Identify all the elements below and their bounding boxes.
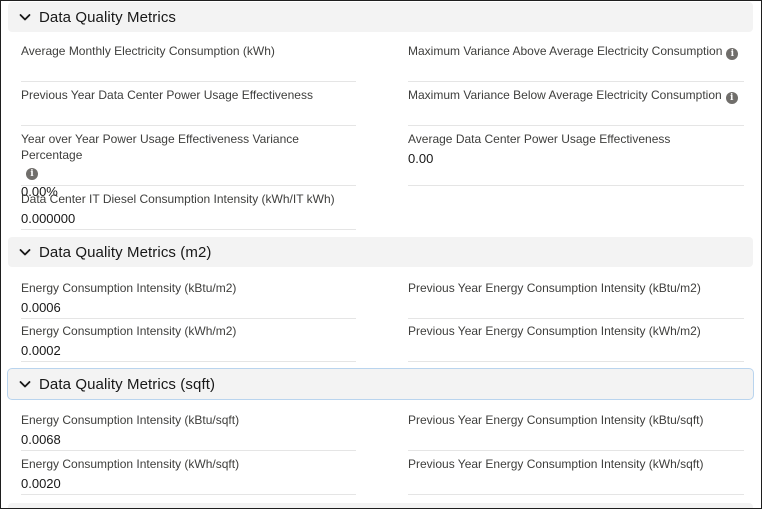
field-value: 0.0020 xyxy=(21,476,61,491)
next-section-edge xyxy=(8,503,753,508)
chevron-down-icon xyxy=(18,10,32,24)
field-eci-kwh-m2: Energy Consumption Intensity (kWh/m2) 0.… xyxy=(21,323,356,362)
field-label: Previous Year Energy Consumption Intensi… xyxy=(408,457,704,471)
info-icon[interactable]: i xyxy=(726,48,739,60)
section-title: Data Quality Metrics (sqft) xyxy=(39,375,216,393)
field-avg-dc-pue: Average Data Center Power Usage Effectiv… xyxy=(408,131,744,186)
section-header-data-quality-metrics[interactable]: Data Quality Metrics xyxy=(8,2,753,32)
field-avg-monthly-electricity: Average Monthly Electricity Consumption … xyxy=(21,43,356,82)
field-label: Previous Year Data Center Power Usage Ef… xyxy=(21,88,313,102)
field-prev-eci-kwh-sqft: Previous Year Energy Consumption Intensi… xyxy=(408,456,744,495)
field-label: Data Center IT Diesel Consumption Intens… xyxy=(21,192,335,206)
field-value: 0.0068 xyxy=(21,432,61,447)
field-label: Previous Year Energy Consumption Intensi… xyxy=(408,413,704,427)
field-prev-eci-kwh-m2: Previous Year Energy Consumption Intensi… xyxy=(408,323,744,362)
field-value: 0.0002 xyxy=(21,343,61,358)
chevron-down-icon xyxy=(18,245,32,259)
field-label: Energy Consumption Intensity (kWh/sqft) xyxy=(21,457,240,471)
field-yoy-pue-variance: Year over Year Power Usage Effectiveness… xyxy=(21,131,356,199)
field-value: 0.000000 xyxy=(21,211,76,226)
field-prev-eci-kbtu-sqft: Previous Year Energy Consumption Intensi… xyxy=(408,412,744,451)
section-header-data-quality-metrics-m2[interactable]: Data Quality Metrics (m2) xyxy=(8,237,753,267)
field-label: Average Data Center Power Usage Effectiv… xyxy=(408,132,671,146)
info-icon[interactable]: i xyxy=(725,92,738,104)
field-prev-eci-kbtu-m2: Previous Year Energy Consumption Intensi… xyxy=(408,280,744,319)
field-value: 0.00 xyxy=(408,151,434,166)
field-value: 0.0006 xyxy=(21,300,61,315)
field-eci-kbtu-m2: Energy Consumption Intensity (kBtu/m2) 0… xyxy=(21,280,356,319)
section-title: Data Quality Metrics (m2) xyxy=(39,243,212,261)
field-max-variance-below: Maximum Variance Below Average Electrici… xyxy=(408,87,744,126)
field-eci-kbtu-sqft: Energy Consumption Intensity (kBtu/sqft)… xyxy=(21,412,356,451)
section-header-data-quality-metrics-sqft[interactable]: Data Quality Metrics (sqft) xyxy=(8,369,753,399)
info-icon[interactable]: i xyxy=(26,168,38,180)
field-label: Year over Year Power Usage Effectiveness… xyxy=(21,132,299,180)
field-label: Previous Year Energy Consumption Intensi… xyxy=(408,324,701,338)
field-eci-kwh-sqft: Energy Consumption Intensity (kWh/sqft) … xyxy=(21,456,356,495)
section-title: Data Quality Metrics xyxy=(39,8,177,26)
field-max-variance-above: Maximum Variance Above Average Electrici… xyxy=(408,43,744,82)
chevron-down-icon xyxy=(18,377,32,391)
record-detail-panel: Data Quality Metrics Average Monthly Ele… xyxy=(0,0,762,509)
field-dc-it-diesel-intensity: Data Center IT Diesel Consumption Intens… xyxy=(21,191,356,230)
field-label: Maximum Variance Above Average Electrici… xyxy=(408,43,744,60)
field-label: Maximum Variance Below Average Electrici… xyxy=(408,87,744,104)
field-label: Energy Consumption Intensity (kWh/m2) xyxy=(21,324,237,338)
field-label: Previous Year Energy Consumption Intensi… xyxy=(408,281,701,295)
field-label: Average Monthly Electricity Consumption … xyxy=(21,44,275,58)
field-label: Energy Consumption Intensity (kBtu/sqft) xyxy=(21,413,240,427)
field-prev-year-pue: Previous Year Data Center Power Usage Ef… xyxy=(21,87,356,126)
field-label: Energy Consumption Intensity (kBtu/m2) xyxy=(21,281,237,295)
